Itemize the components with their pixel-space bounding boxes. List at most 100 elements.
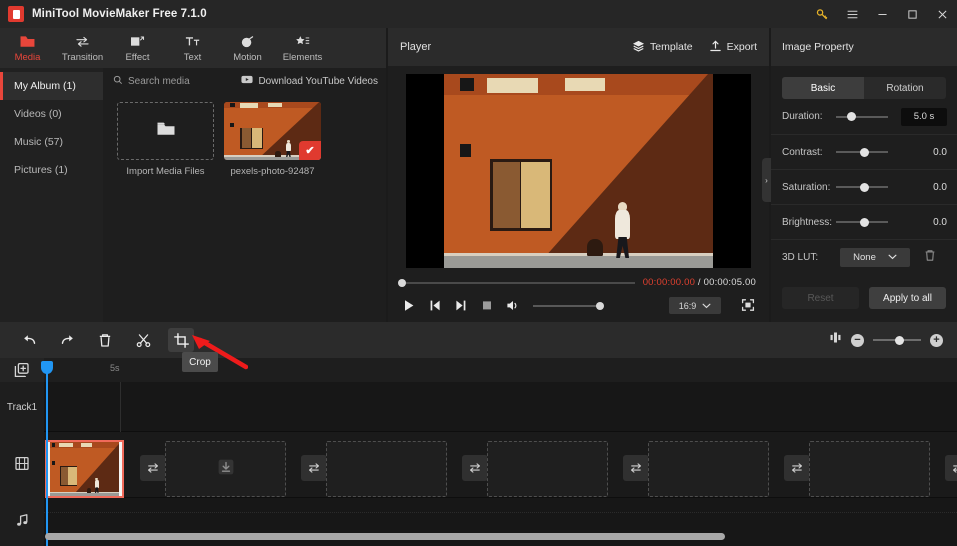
filmstrip-icon [14,456,30,474]
transition-slot-button[interactable] [301,455,327,481]
timeline-empty-slot[interactable] [809,441,930,497]
player-actions: Template Export [632,40,757,55]
maximize-icon[interactable] [897,0,927,28]
reset-button[interactable]: Reset [782,287,859,309]
sidebar-item-videos[interactable]: Videos (0) [0,100,103,128]
title-bar: MiniTool MovieMaker Free 7.1.0 [0,0,957,28]
tab-elements[interactable]: Elements [275,28,330,68]
track-header-audio[interactable] [0,498,44,546]
saturation-knob[interactable] [860,182,870,192]
chevron-down-icon [702,301,711,311]
transition-slot-button[interactable] [462,455,488,481]
duration-knob[interactable] [847,112,857,121]
key-icon[interactable] [807,0,837,28]
timeline-horizontal-scrollbar[interactable] [45,533,725,540]
volume-knob[interactable] [596,301,604,310]
saturation-slider[interactable] [836,182,888,192]
duration-slider[interactable] [836,112,888,121]
properties-title: Image Property [782,41,854,53]
check-glyph: ✔ [305,145,315,157]
youtube-icon [241,75,254,87]
transition-slot-button[interactable] [140,455,166,481]
property-tabs: Basic Rotation [782,77,946,99]
fullscreen-icon[interactable] [741,298,756,313]
sidebar-item-label: Music (57) [14,136,64,148]
property-row-saturation: Saturation: 0.0 [771,169,957,204]
transition-slot-button[interactable] [784,455,810,481]
chevron-right-icon[interactable]: › [762,158,771,202]
zoom-out-button[interactable]: − [851,333,864,347]
timeline-empty-slot[interactable] [487,441,608,497]
tab-transition[interactable]: Transition [55,28,110,68]
timeline-zoom-knob[interactable] [895,335,904,345]
timeline-clip[interactable] [45,440,124,498]
music-note-icon [15,513,30,531]
timeline-empty-slot[interactable] [648,441,769,497]
tab-media[interactable]: Media [0,28,55,68]
next-frame-icon[interactable] [453,298,468,313]
video-preview[interactable] [406,74,751,268]
timeline-track-1[interactable] [44,382,957,432]
contrast-label: Contrast: [782,146,823,158]
brightness-slider[interactable] [836,217,888,227]
stop-icon[interactable] [479,298,494,313]
lut-select[interactable]: None [840,247,910,267]
download-youtube-button[interactable]: Download YouTube Videos [241,75,378,87]
seek-knob[interactable] [398,278,406,287]
redo-button[interactable] [54,328,80,352]
brightness-knob[interactable] [860,217,870,227]
tab-basic-label: Basic [810,82,836,94]
seek-slider[interactable] [398,278,635,287]
hamburger-menu-icon[interactable] [837,0,867,28]
play-icon[interactable] [401,298,416,313]
timeline-empty-slot[interactable] [165,441,286,497]
delete-button[interactable] [92,328,118,352]
zoom-in-button[interactable]: + [930,333,943,347]
media-item[interactable]: ✔ pexels-photo-92487 [224,102,321,177]
tab-rotation[interactable]: Rotation [864,77,946,99]
trash-icon[interactable] [924,249,936,265]
transition-slot-button[interactable] [945,455,957,481]
export-button[interactable]: Export [709,40,757,55]
aspect-ratio-value: 16:9 [678,300,697,311]
template-button[interactable]: Template [632,40,693,55]
timeline-ruler[interactable]: 0s 5s [0,358,957,382]
tab-effect[interactable]: Effect [110,28,165,68]
duration-value[interactable]: 5.0 s [901,107,947,126]
contrast-knob[interactable] [860,147,870,157]
search-input[interactable]: Search media [113,75,190,88]
import-media-cell[interactable]: Import Media Files [117,102,214,177]
minimize-icon[interactable] [867,0,897,28]
apply-to-all-button[interactable]: Apply to all [869,287,946,309]
volume-icon[interactable] [505,298,520,313]
import-media-box[interactable] [117,102,214,160]
sidebar-item-pictures[interactable]: Pictures (1) [0,156,103,184]
tab-basic[interactable]: Basic [782,77,864,99]
undo-button[interactable] [16,328,42,352]
add-track-icon[interactable] [0,358,44,382]
property-row-duration: Duration: 5.0 s [771,99,957,134]
sidebar-item-music[interactable]: Music (57) [0,128,103,156]
fit-to-window-icon[interactable] [829,331,842,349]
track-header-video[interactable] [0,432,44,498]
transition-slot-button[interactable] [623,455,649,481]
media-thumbnail[interactable]: ✔ [224,102,321,160]
aspect-ratio-select[interactable]: 16:9 [669,297,721,314]
app-window: MiniTool MovieMaker Free 7.1.0 Media Tra… [0,0,957,546]
tab-text[interactable]: Text [165,28,220,68]
chevron-down-icon [888,252,897,263]
timeline-toolbar: − + [0,322,957,358]
close-icon[interactable] [927,0,957,28]
track-header-1[interactable]: Track1 [0,382,44,432]
timeline-zoom-slider[interactable] [873,335,921,345]
timeline-empty-slot[interactable] [326,441,447,497]
split-button[interactable] [130,328,156,352]
timeline-playhead[interactable] [41,361,53,546]
previous-frame-icon[interactable] [427,298,442,313]
sidebar-item-my-album[interactable]: My Album (1) [0,72,103,100]
image-property-pane: › Image Property Basic Rotation Duration… [762,28,957,322]
tab-motion[interactable]: Motion [220,28,275,68]
timeline-track-video[interactable] [44,432,957,498]
contrast-slider[interactable] [836,147,888,157]
volume-slider[interactable] [533,301,604,310]
